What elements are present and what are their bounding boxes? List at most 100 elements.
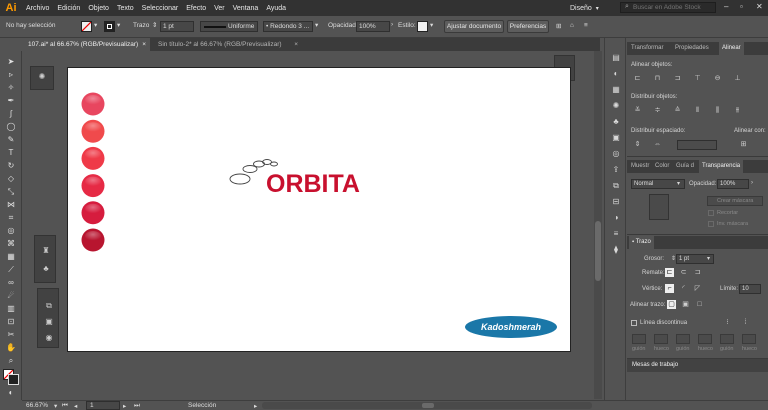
- gap-field-2[interactable]: [698, 334, 712, 344]
- opacity-field[interactable]: 100%: [356, 21, 390, 32]
- bevel-join-icon[interactable]: ◸: [693, 284, 702, 293]
- last-artboard-icon[interactable]: ⏭: [134, 402, 140, 410]
- butt-cap-icon[interactable]: ⊏: [665, 268, 674, 277]
- tab-stroke[interactable]: ⬩ Trazo: [629, 236, 654, 249]
- chevron-right-icon[interactable]: ›: [751, 180, 753, 186]
- next-artboard-icon[interactable]: ▸: [123, 402, 126, 410]
- round-join-icon[interactable]: ◜: [679, 284, 688, 293]
- align-right-icon[interactable]: ⊐: [673, 74, 682, 83]
- type-tool-icon[interactable]: T: [5, 147, 17, 158]
- align-to-selection-icon[interactable]: ⊞: [739, 140, 748, 149]
- thumbnail-preview[interactable]: [649, 194, 669, 220]
- isolate-icon[interactable]: ⌂: [570, 22, 574, 29]
- stock-search-input[interactable]: [620, 2, 716, 13]
- blend-tool-icon[interactable]: ∞: [5, 277, 17, 288]
- artboards-title[interactable]: Mesas de trabajo: [629, 359, 681, 372]
- hand-tool-icon[interactable]: ✋: [5, 342, 17, 353]
- magic-wand-icon[interactable]: ✧: [5, 82, 17, 93]
- opacity-label[interactable]: Opacidad:: [328, 22, 358, 29]
- stroke-icon[interactable]: ≡: [610, 228, 622, 239]
- clip-checkbox[interactable]: [708, 210, 714, 216]
- close-icon[interactable]: ✕: [756, 2, 763, 11]
- brush-icon[interactable]: ✺: [35, 72, 49, 81]
- chevron-down-icon[interactable]: ▾: [94, 21, 97, 29]
- dash-field-3[interactable]: [720, 334, 734, 344]
- preferences-button[interactable]: Preferencias: [507, 20, 549, 33]
- gradient-tool-icon[interactable]: ▦: [5, 251, 17, 262]
- stroke-label[interactable]: Trazo: [133, 22, 149, 29]
- layers-icon[interactable]: ⧉: [42, 301, 56, 311]
- gradient-circles[interactable]: [81, 92, 105, 252]
- square-cap-icon[interactable]: ⊐: [693, 268, 702, 277]
- zoom-level[interactable]: 66.67%: [26, 402, 48, 409]
- links-icon[interactable]: ⧉: [610, 180, 622, 191]
- gap-field-3[interactable]: [742, 334, 756, 344]
- fill-swatch[interactable]: [81, 21, 92, 32]
- floating-panel-symbols[interactable]: ♜ ♣: [34, 235, 56, 283]
- graphic-styles-icon[interactable]: ▣: [610, 132, 622, 143]
- maximize-icon[interactable]: ▫: [740, 2, 743, 11]
- round-cap-icon[interactable]: ⊂: [679, 268, 688, 277]
- scrollbar-thumb[interactable]: [595, 221, 601, 281]
- chevron-down-icon[interactable]: ▾: [54, 402, 57, 410]
- tab-transform[interactable]: Transformar: [631, 42, 663, 55]
- artboard-number-field[interactable]: 1: [86, 401, 120, 410]
- dashed-line-checkbox[interactable]: [631, 320, 637, 326]
- tab-transparency[interactable]: Transparencia: [699, 160, 744, 173]
- close-icon[interactable]: ×: [294, 38, 298, 51]
- floating-panel-layers[interactable]: ⧉ ▣ ◉: [37, 288, 59, 348]
- stroke-profile-select[interactable]: Uniforme: [200, 21, 258, 32]
- chevron-down-icon[interactable]: ▾: [677, 180, 680, 187]
- libraries-icon[interactable]: ◉: [42, 333, 56, 342]
- limit-field[interactable]: 10: [739, 284, 761, 294]
- miter-join-icon[interactable]: ⌐: [665, 284, 674, 293]
- eyedropper-icon[interactable]: ⟋: [5, 264, 17, 275]
- menu-edicion[interactable]: Edición: [53, 5, 84, 12]
- align-bottom-icon[interactable]: ⊥: [733, 74, 742, 83]
- stroke-color-swatch[interactable]: [8, 374, 19, 385]
- gap-field-1[interactable]: [654, 334, 668, 344]
- workspace-switcher[interactable]: Diseño ▾: [570, 2, 617, 14]
- chevron-down-icon[interactable]: ▾: [707, 255, 710, 262]
- dash-preserve-icon[interactable]: ⁝: [723, 318, 732, 327]
- distribute-vcenter-icon[interactable]: ≑: [653, 106, 662, 115]
- properties-icon[interactable]: ▤: [610, 52, 622, 63]
- direct-selection-tool-icon[interactable]: ▹: [5, 69, 17, 80]
- curvature-tool-icon[interactable]: ∫: [5, 108, 17, 119]
- pencil-tool-icon[interactable]: ✎: [5, 134, 17, 145]
- color-icon[interactable]: ◐: [610, 68, 622, 79]
- vertical-scrollbar[interactable]: [594, 51, 602, 399]
- selection-tool-icon[interactable]: ➤: [5, 56, 17, 67]
- distribute-left-icon[interactable]: ⫴: [693, 106, 702, 115]
- transparency-opacity-field[interactable]: 100%: [717, 179, 749, 189]
- export-icon[interactable]: ⇪: [610, 164, 622, 175]
- pen-tool-icon[interactable]: ✒: [5, 95, 17, 106]
- tab-swatches[interactable]: Muestr: [631, 160, 649, 173]
- orbit-ellipse[interactable]: [270, 161, 278, 167]
- scrollbar-thumb[interactable]: [422, 403, 434, 408]
- draw-mode-icon[interactable]: ◐: [5, 387, 17, 398]
- orbita-logo-text[interactable]: ORBITA: [266, 170, 360, 198]
- tab-align[interactable]: Alinear: [719, 42, 744, 55]
- color-guide-icon[interactable]: ▦: [610, 84, 622, 95]
- tab-properties[interactable]: Propiedades: [675, 42, 709, 55]
- align-left-icon[interactable]: ⊏: [633, 74, 642, 83]
- floating-panel-brushes[interactable]: ✺: [30, 66, 54, 90]
- horizontal-scrollbar[interactable]: [262, 402, 592, 409]
- artboards-icon[interactable]: ▣: [42, 317, 56, 326]
- minimize-icon[interactable]: –: [724, 2, 728, 11]
- distribute-hcenter-icon[interactable]: ⫼: [713, 106, 722, 115]
- distribute-bottom-icon[interactable]: ≙: [673, 106, 682, 115]
- orbit-ellipse[interactable]: [242, 165, 258, 173]
- tab-color[interactable]: Color: [655, 160, 669, 173]
- stepper-icon[interactable]: ⇕: [152, 21, 157, 29]
- appearance-icon[interactable]: ◎: [610, 148, 622, 159]
- tab-color-guide[interactable]: Guía d: [676, 160, 694, 173]
- menu-ayuda[interactable]: Ayuda: [262, 5, 290, 12]
- tab-document-untitled-2[interactable]: Sin título-2* al 66.67% (RGB/Previsualiz…: [152, 38, 302, 51]
- chevron-down-icon[interactable]: ▾: [117, 21, 120, 29]
- eraser-tool-icon[interactable]: ◇: [5, 173, 17, 184]
- tab-document-107[interactable]: 107.ai* al 66.67% (RGB/Previsualizar) ×: [22, 38, 150, 51]
- club-icon[interactable]: ♣: [39, 264, 53, 273]
- slice-tool-icon[interactable]: ✂: [5, 329, 17, 340]
